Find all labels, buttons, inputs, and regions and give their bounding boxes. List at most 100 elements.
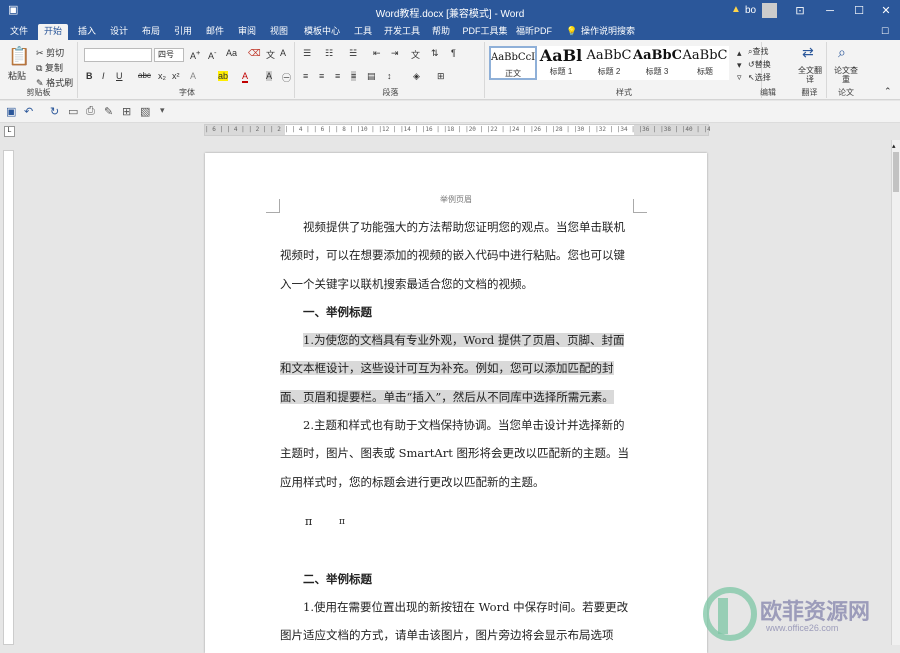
selected-text[interactable]: 1.为使您的文档具有专业外观，Word 提供了页眉、页脚、封面和文本框设计，这些… xyxy=(280,333,625,404)
tab-template-center[interactable]: 模板中心 xyxy=(300,24,344,40)
align-left-icon[interactable]: ≡ xyxy=(303,71,308,81)
vertical-scrollbar[interactable]: ▴ xyxy=(891,140,900,645)
tab-tools[interactable]: 工具 xyxy=(348,24,378,40)
find-button[interactable]: ⌕查找 xyxy=(748,46,768,57)
tab-file[interactable]: 文件 xyxy=(4,24,34,40)
tab-layout[interactable]: 布局 xyxy=(136,24,166,40)
scroll-thumb[interactable] xyxy=(893,152,899,192)
style-title[interactable]: AaBbC 标题 xyxy=(681,46,729,80)
plagiarism-check-button[interactable]: 论文查重 xyxy=(833,66,859,84)
undo-icon[interactable]: ↶ xyxy=(24,105,33,118)
redo-icon[interactable]: ↻ xyxy=(50,105,59,118)
replace-button[interactable]: ↺替换 xyxy=(748,59,771,70)
enclose-char-icon[interactable]: ㊀ xyxy=(282,71,291,84)
tab-design[interactable]: 设计 xyxy=(104,24,134,40)
increase-indent-icon[interactable]: ⇥ xyxy=(391,48,399,59)
show-marks-icon[interactable]: ¶ xyxy=(451,48,456,58)
tab-pdf-tools[interactable]: PDF工具集 xyxy=(462,24,508,40)
borders-icon[interactable]: ⊞ xyxy=(437,71,445,82)
vertical-ruler[interactable] xyxy=(3,150,14,645)
superscript-icon[interactable]: x² xyxy=(172,71,180,81)
copy-button[interactable]: ⧉ 复制 xyxy=(36,61,63,74)
pi-symbol-small[interactable]: π xyxy=(339,508,691,536)
maximize-icon[interactable]: ☐ xyxy=(845,0,873,22)
tab-view[interactable]: 视图 xyxy=(264,24,294,40)
heading-2[interactable]: 二、举例标题 xyxy=(303,565,655,593)
tell-me-search[interactable]: 操作说明搜索 xyxy=(580,24,636,40)
tab-help[interactable]: 帮助 xyxy=(426,24,456,40)
tab-developer[interactable]: 开发工具 xyxy=(382,24,422,40)
multilevel-list-icon[interactable]: ☱ xyxy=(349,48,357,59)
numbering-icon[interactable]: ☷ xyxy=(325,48,333,59)
char-shading-icon[interactable]: A xyxy=(266,71,273,81)
format-painter-icon[interactable]: ✎ xyxy=(104,105,113,118)
bold-icon[interactable]: B xyxy=(86,71,93,81)
text-effects-icon[interactable]: A xyxy=(190,71,196,81)
customize-qat-icon[interactable]: ▾ xyxy=(160,105,165,116)
styles-scroll-down-icon[interactable]: ▾ xyxy=(737,60,742,71)
paste-icon[interactable]: 📋 xyxy=(8,46,30,67)
shading-icon[interactable]: ◈ xyxy=(413,71,420,82)
italic-icon[interactable]: I xyxy=(102,71,105,81)
style-heading-3[interactable]: AaBbC 标题 3 xyxy=(633,46,681,80)
warning-icon[interactable]: ▲ xyxy=(731,4,741,15)
style-heading-1[interactable]: AaBl 标题 1 xyxy=(537,46,585,80)
draw-table-icon[interactable]: ⊞ xyxy=(122,105,131,118)
phonetic-icon[interactable]: 文 xyxy=(266,48,275,61)
decrease-indent-icon[interactable]: ⇤ xyxy=(373,48,381,59)
subscript-icon[interactable]: x₂ xyxy=(158,71,166,81)
avatar[interactable] xyxy=(762,3,777,18)
distribute-icon[interactable]: ▤ xyxy=(367,71,376,82)
line-spacing-icon[interactable]: ↕ xyxy=(387,71,392,81)
document-page[interactable]: 举例页眉 视频提供了功能强大的方法帮助您证明您的观点。当您单击联机视频时，可以在… xyxy=(205,153,707,653)
user-name[interactable]: bo xyxy=(745,5,756,16)
plagiarism-icon[interactable]: ⌕ xyxy=(838,44,846,61)
highlight-icon[interactable]: ab xyxy=(218,71,229,81)
font-name-select[interactable] xyxy=(84,48,152,62)
minimize-icon[interactable]: ─ xyxy=(816,0,844,22)
tab-references[interactable]: 引用 xyxy=(168,24,198,40)
paragraph-2[interactable]: 1.为使您的文档具有专业外观，Word 提供了页眉、页脚、封面和文本框设计，这些… xyxy=(280,326,632,411)
styles-scroll-up-icon[interactable]: ▴ xyxy=(737,48,742,59)
tab-foxit-pdf[interactable]: 福昕PDF xyxy=(514,24,554,40)
bullets-icon[interactable]: ☰ xyxy=(303,48,311,59)
comment-icon[interactable]: ☐ xyxy=(876,24,894,40)
save-icon[interactable]: ▣ xyxy=(6,105,16,118)
clear-format-icon[interactable]: ⌫ xyxy=(248,48,261,59)
grow-font-icon[interactable]: A+ xyxy=(190,48,200,61)
style-normal[interactable]: AaBbCcI 正文 xyxy=(489,46,537,80)
translate-icon[interactable]: ⇄ xyxy=(802,44,814,61)
tab-home[interactable]: 开始 xyxy=(38,24,68,40)
close-icon[interactable]: ✕ xyxy=(872,0,900,22)
shrink-font-icon[interactable]: A- xyxy=(208,48,217,61)
print-preview-icon[interactable]: ⎙ xyxy=(86,105,95,118)
style-heading-2[interactable]: AaBbC 标题 2 xyxy=(585,46,633,80)
view-icon[interactable]: ▭ xyxy=(68,105,78,118)
paragraph-3[interactable]: 2.主题和样式也有助于文档保持协调。当您单击设计并选择新的主题时，图片、图表或 … xyxy=(280,411,632,496)
justify-icon[interactable]: ≡ xyxy=(351,71,357,81)
horizontal-ruler[interactable]: | 6 | | 4 | | 2 | | 2 | | 4 | | 6 | | 8 … xyxy=(204,124,710,136)
tab-stop-selector[interactable]: L xyxy=(4,126,15,137)
styles-more-icon[interactable]: ▿ xyxy=(737,72,742,83)
underline-icon[interactable]: U xyxy=(116,71,123,81)
strikethrough-icon[interactable]: abc xyxy=(138,71,151,80)
paragraph-4[interactable]: 1.使用在需要位置出现的新按钮在 Word 中保存时间。若要更改图片适应文档的方… xyxy=(280,593,632,650)
collapse-ribbon-icon[interactable]: ⌃ xyxy=(884,86,892,97)
scroll-up-icon[interactable]: ▴ xyxy=(892,142,896,150)
font-size-select[interactable]: 四号 xyxy=(154,48,184,62)
select-button[interactable]: ↖选择 xyxy=(748,72,771,83)
align-right-icon[interactable]: ≡ xyxy=(335,71,340,81)
chinese-layout-icon[interactable]: 文 xyxy=(411,48,420,61)
tab-insert[interactable]: 插入 xyxy=(72,24,102,40)
tab-review[interactable]: 审阅 xyxy=(232,24,262,40)
heading-1[interactable]: 一、举例标题 xyxy=(303,298,655,326)
tab-mailings[interactable]: 邮件 xyxy=(200,24,230,40)
change-case-icon[interactable]: Aa xyxy=(226,48,237,58)
align-center-icon[interactable]: ≡ xyxy=(319,71,324,81)
char-border-icon[interactable]: A xyxy=(280,48,286,58)
paste-button[interactable]: 粘贴 xyxy=(8,69,26,82)
font-color-icon[interactable]: A xyxy=(242,71,249,83)
picture-icon[interactable]: ▧ xyxy=(140,105,150,118)
ribbon-display-icon[interactable]: ⊡ xyxy=(786,0,814,22)
cut-button[interactable]: ✂ 剪切 xyxy=(36,46,64,59)
